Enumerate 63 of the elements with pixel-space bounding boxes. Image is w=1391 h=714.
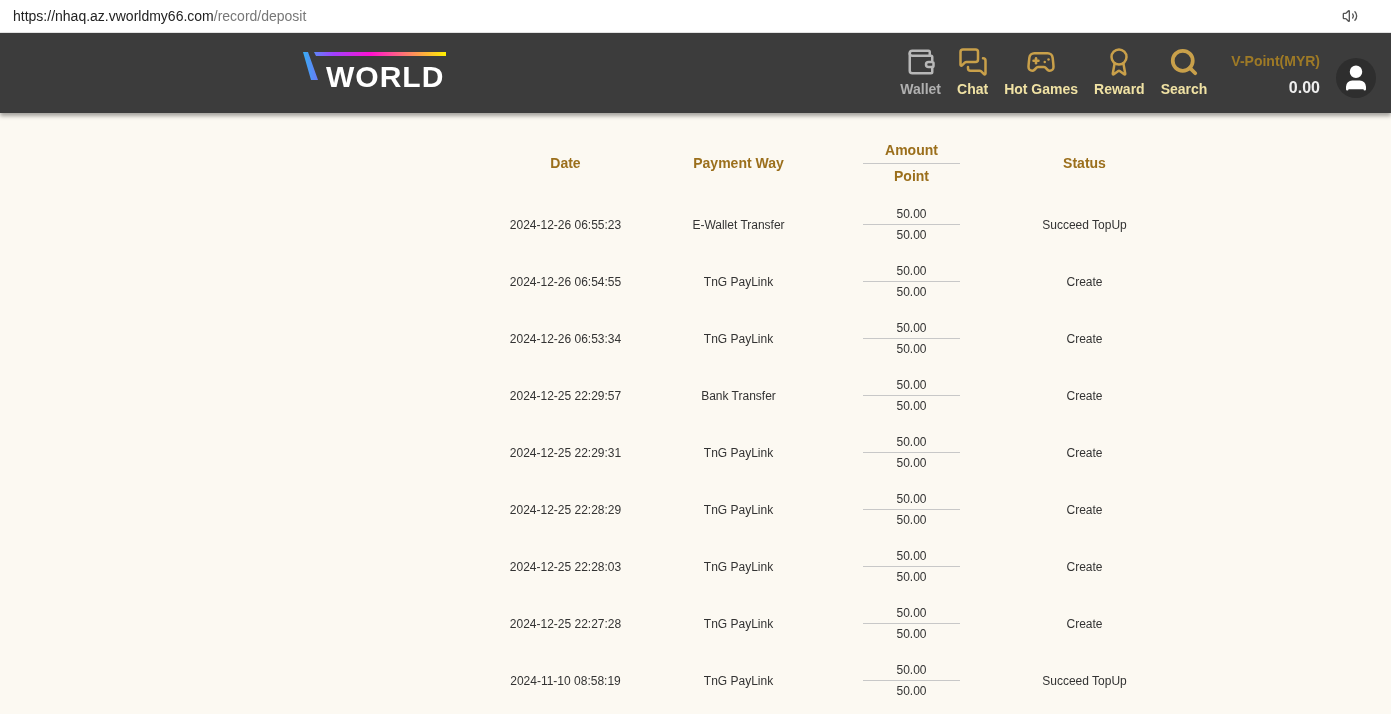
table-cell-text: Create xyxy=(1066,501,1103,519)
nav-item[interactable]: Search xyxy=(1160,46,1208,100)
table-cell-text: Create xyxy=(1066,330,1103,348)
nav-item[interactable]: Reward xyxy=(1094,46,1145,100)
column-header: Point xyxy=(894,166,929,186)
points-value: 0.00 xyxy=(1288,77,1320,98)
nav-item[interactable]: Hot Games xyxy=(1004,46,1079,100)
table-cell-text: 50.00 xyxy=(896,206,927,223)
table-cell-text: 50.00 xyxy=(896,377,927,394)
table-cell-text: 2024-12-25 22:28:03 xyxy=(509,558,622,576)
read-aloud-icon[interactable] xyxy=(1342,8,1358,24)
table-cell-text: 50.00 xyxy=(896,341,927,358)
table-cell-text: TnG PayLink xyxy=(703,615,774,633)
search-icon xyxy=(1169,46,1199,77)
table-cell-text: Bank Transfer xyxy=(701,387,776,405)
table-cell-text: 50.00 xyxy=(896,455,927,472)
table-cell-text: 2024-11-10 08:58:19 xyxy=(510,672,621,690)
table-cell-text: 50.00 xyxy=(896,605,927,622)
table-cell-text: TnG PayLink xyxy=(703,672,774,690)
table-cell-text: 2024-12-25 22:29:57 xyxy=(509,387,622,405)
table-cell-text: Create xyxy=(1066,387,1103,405)
table-cell-text: 50.00 xyxy=(896,491,927,508)
table-cell-text: Create xyxy=(1066,273,1103,291)
table-cell-text: 50.00 xyxy=(896,320,927,337)
table-cell-text: 2024-12-26 06:53:34 xyxy=(509,330,622,348)
points-label: V-Point(MYR) xyxy=(1231,51,1320,71)
table-cell-text: Create xyxy=(1066,615,1103,633)
table-cell-text: 2024-12-25 22:27:28 xyxy=(509,615,622,633)
chat-bubbles-icon xyxy=(957,46,988,77)
table-cell-text: Create xyxy=(1066,558,1103,576)
table-cell-text: Create xyxy=(1066,444,1103,462)
nav-item[interactable]: Wallet xyxy=(900,46,941,100)
table-cell-text: 50.00 xyxy=(896,626,927,643)
table-cell-text: 50.00 xyxy=(896,569,927,586)
table-cell-text: 50.00 xyxy=(896,227,927,244)
table-cell-text: Succeed TopUp xyxy=(1042,672,1127,690)
table-cell-text: TnG PayLink xyxy=(703,444,774,462)
table-cell-text: Succeed TopUp xyxy=(1042,216,1127,234)
column-header: Amount xyxy=(885,140,938,160)
table-cell-text: 50.00 xyxy=(896,284,927,301)
table-cell-text: 2024-12-25 22:29:31 xyxy=(509,444,622,462)
table-cell-text: 50.00 xyxy=(896,398,927,415)
table-cell-text: 50.00 xyxy=(896,548,927,565)
table-cell-text: 2024-12-26 06:55:23 xyxy=(509,216,622,234)
avatar[interactable] xyxy=(1336,57,1376,98)
column-header: Payment Way xyxy=(693,153,784,173)
table-cell-text: TnG PayLink xyxy=(703,501,774,519)
table-cell-text: 50.00 xyxy=(896,662,927,679)
column-header: Status xyxy=(1063,153,1106,173)
url-path: /record/deposit xyxy=(213,6,307,26)
table-cell-text: 50.00 xyxy=(896,434,927,451)
nav-item[interactable]: Chat xyxy=(957,46,989,100)
column-header: Date xyxy=(550,153,581,173)
url-host: https://nhaq.az.vworldmy66.com xyxy=(13,6,214,26)
table-cell-text: E-Wallet Transfer xyxy=(692,216,785,234)
table-cell-text: TnG PayLink xyxy=(703,273,774,291)
table-cell-text: 50.00 xyxy=(896,263,927,280)
table-cell-text: 50.00 xyxy=(896,683,927,700)
table-cell-text: 2024-12-26 06:54:55 xyxy=(509,273,622,291)
table-cell-text: 2024-12-25 22:28:29 xyxy=(509,501,622,519)
table-cell-text: 50.00 xyxy=(896,512,927,529)
table-cell-text: TnG PayLink xyxy=(703,558,774,576)
table-cell-text: TnG PayLink xyxy=(703,330,774,348)
